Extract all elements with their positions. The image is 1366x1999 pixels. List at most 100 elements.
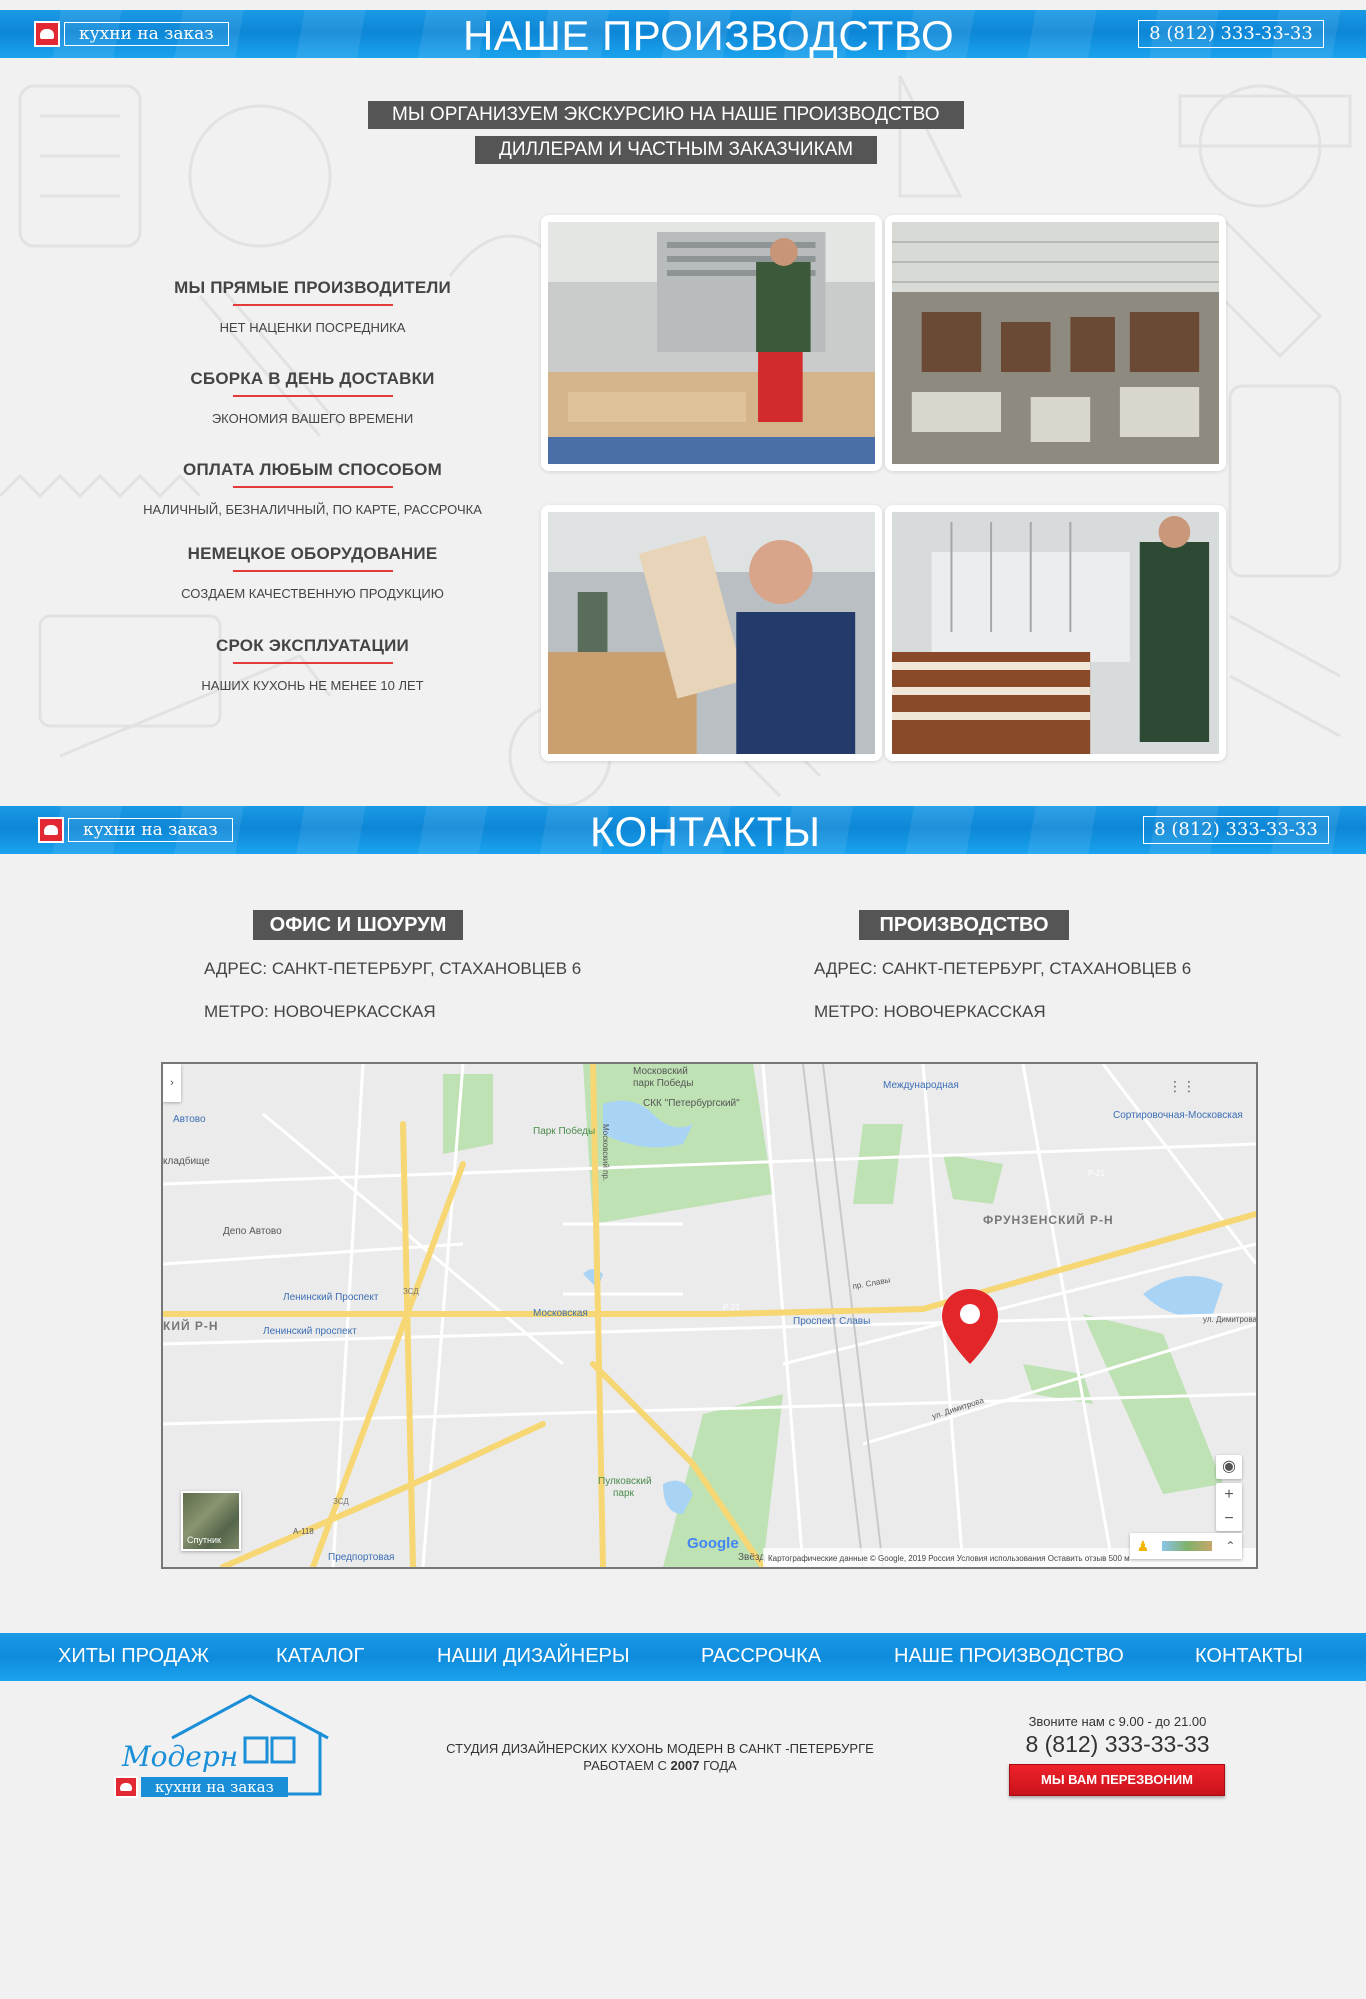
header-logo[interactable]: кухни на заказ <box>34 20 229 48</box>
page-title: НАШЕ ПРОИЗВОДСТВО <box>463 12 955 58</box>
callback-button[interactable]: МЫ ВАМ ПЕРЕЗВОНИМ <box>1009 1764 1225 1796</box>
chef-hat-icon <box>38 817 64 843</box>
worker-panel-photo <box>548 512 875 754</box>
production-header-bar: кухни на заказ НАШЕ ПРОИЗВОДСТВО 8 (812)… <box>0 10 1366 58</box>
feature-title: СРОК ЭКСПЛУАТАЦИИ <box>216 636 409 655</box>
brand-tag: кухни на заказ <box>114 1776 288 1798</box>
feature-item: ОПЛАТА ЛЮБЫМ СПОСОБОМ НАЛИЧНЫЙ, БЕЗНАЛИЧ… <box>100 460 525 517</box>
imagery-strip <box>1162 1541 1213 1551</box>
chef-hat-icon <box>114 1776 138 1798</box>
since-prefix: РАБОТАЕМ С <box>583 1758 671 1773</box>
feature-underline <box>232 662 393 664</box>
production-metro: МЕТРО: НОВОЧЕРКАССКАЯ <box>814 1002 1046 1021</box>
street-view-bar[interactable]: ♟ ⌃ <box>1130 1533 1242 1559</box>
brand-script: Модерн <box>122 1740 239 1773</box>
target-icon: ◉ <box>1222 1458 1236 1475</box>
google-logo: Google <box>687 1535 739 1552</box>
map-label: Предпортовая <box>328 1552 394 1563</box>
contacts-header-bar: кухни на заказ КОНТАКТЫ 8 (812) 333-33-3… <box>0 806 1366 854</box>
map-label: Звёзд <box>738 1552 765 1563</box>
map-label: СКК "Петербургский" <box>643 1097 740 1109</box>
office-metro: МЕТРО: НОВОЧЕРКАССКАЯ <box>204 1002 436 1021</box>
zoom-controls: + − <box>1216 1483 1242 1531</box>
logo-text: кухни на заказ <box>68 818 233 842</box>
nav-designers[interactable]: НАШИ ДИЗАЙНЕРЫ <box>437 1645 630 1668</box>
chef-hat-icon <box>34 21 60 47</box>
feature-underline <box>232 486 393 488</box>
factory-hall-photo <box>892 222 1219 464</box>
brand-tag-text: кухни на заказ <box>141 1777 288 1797</box>
header-phone[interactable]: 8 (812) 333-33-33 <box>1143 816 1329 844</box>
feature-desc: СОЗДАЕМ КАЧЕСТВЕННУЮ ПРОДУКЦИЮ <box>181 586 444 601</box>
feature-desc: НАЛИЧНЫЙ, БЕЗНАЛИЧНЫЙ, ПО КАРТЕ, РАССРОЧ… <box>143 502 482 517</box>
map-label: Проспект Славы <box>793 1316 870 1327</box>
factory-photo-1[interactable] <box>541 215 882 471</box>
footer-phone[interactable]: 8 (812) 333-33-33 <box>1000 1731 1235 1758</box>
route-badge: А-118 <box>293 1527 314 1536</box>
map-label: Ленинский Проспект <box>283 1292 379 1303</box>
feature-desc: НАШИХ КУХОНЬ НЕ МЕНЕЕ 10 ЛЕТ <box>201 678 424 693</box>
footer-brand-logo[interactable]: Модерн кухни на заказ <box>110 1694 340 1804</box>
map-district: КИЙ Р-Н <box>163 1318 219 1333</box>
satellite-toggle[interactable]: Спутник <box>181 1491 241 1551</box>
zoom-out-button[interactable]: − <box>1216 1507 1242 1531</box>
map-label: кладбище <box>163 1155 210 1167</box>
feature-underline <box>232 304 393 306</box>
chevron-up-icon[interactable]: ⌃ <box>1225 1539 1235 1553</box>
nav-contacts[interactable]: КОНТАКТЫ <box>1195 1645 1303 1668</box>
studio-line: СТУДИЯ ДИЗАЙНЕРСКИХ КУХОНЬ МОДЕРН В САНК… <box>446 1741 874 1756</box>
map-label: Сортировочная-Московская <box>1113 1110 1243 1121</box>
nav-production[interactable]: НАШЕ ПРОИЗВОДСТВО <box>894 1645 1124 1668</box>
nav-catalog[interactable]: КАТАЛОГ <box>276 1645 364 1668</box>
map-label: Пулковский <box>598 1476 652 1487</box>
pegman-icon[interactable]: ♟ <box>1137 1538 1150 1555</box>
feature-underline <box>232 570 393 572</box>
header-phone[interactable]: 8 (812) 333-33-33 <box>1138 20 1324 48</box>
route-badge: ЗСД <box>333 1497 349 1506</box>
nav-hits[interactable]: ХИТЫ ПРОДАЖ <box>58 1645 209 1668</box>
route-badge: Р-21 <box>1088 1169 1105 1178</box>
feature-desc: НЕТ НАЦЕНКИ ПОСРЕДНИКА <box>219 320 406 335</box>
header-logo[interactable]: кухни на заказ <box>38 816 233 844</box>
map-label: парк <box>613 1488 635 1499</box>
factory-photo-4[interactable] <box>885 505 1226 761</box>
feature-item: НЕМЕЦКОЕ ОБОРУДОВАНИЕ СОЗДАЕМ КАЧЕСТВЕНН… <box>100 544 525 601</box>
factory-photo-3[interactable] <box>541 505 882 761</box>
my-location-button[interactable]: ◉ <box>1216 1455 1242 1479</box>
feature-underline <box>232 395 393 397</box>
office-label: ОФИС И ШОУРУМ <box>253 910 463 940</box>
map-sidebar-toggle[interactable]: › <box>163 1064 181 1102</box>
apps-grid-icon[interactable]: ⋮⋮ <box>1168 1078 1196 1095</box>
google-map[interactable]: Московский парк Победы СКК "Петербургски… <box>161 1062 1258 1569</box>
feature-title: НЕМЕЦКОЕ ОБОРУДОВАНИЕ <box>187 544 438 563</box>
section-title: КОНТАКТЫ <box>590 808 821 854</box>
logo-text: кухни на заказ <box>64 22 229 46</box>
expand-icon: › <box>170 1077 174 1089</box>
map-label: парк Победы <box>633 1077 693 1089</box>
callback-hours: Звоните нам с 9.00 - до 21.00 <box>1028 1714 1207 1729</box>
footer-nav: ХИТЫ ПРОДАЖ КАТАЛОГ НАШИ ДИЗАЙНЕРЫ РАССР… <box>0 1633 1366 1681</box>
map-label: Международная <box>883 1080 959 1091</box>
map-label: Московская <box>533 1308 588 1319</box>
map-district: ФРУНЗЕНСКИЙ Р-Н <box>983 1212 1114 1227</box>
nav-installment[interactable]: РАССРОЧКА <box>701 1645 821 1668</box>
panel-saw-photo <box>892 512 1219 754</box>
map-label: Московский <box>633 1066 688 1077</box>
map-label: Депо Автово <box>223 1226 282 1237</box>
studio-description: СТУДИЯ ДИЗАЙНЕРСКИХ КУХОНЬ МОДЕРН В САНК… <box>400 1740 920 1774</box>
street-label: Московский пр. <box>601 1124 610 1181</box>
feature-desc: ЭКОНОМИЯ ВАШЕГО ВРЕМЕНИ <box>211 411 414 426</box>
zoom-in-button[interactable]: + <box>1216 1483 1242 1507</box>
satellite-label: Спутник <box>187 1535 221 1545</box>
map-canvas: Московский парк Победы СКК "Петербургски… <box>163 1064 1256 1567</box>
route-badge: Р-21 <box>723 1303 740 1312</box>
factory-photo-2[interactable] <box>885 215 1226 471</box>
route-badge: ЗСД <box>403 1287 419 1296</box>
since-suffix: ГОДА <box>699 1758 737 1773</box>
tour-label-line1: МЫ ОРГАНИЗУЕМ ЭКСКУРСИЮ НА НАШЕ ПРОИЗВОД… <box>368 101 964 129</box>
map-label: Парк Победы <box>533 1125 595 1137</box>
since-year: 2007 <box>670 1758 700 1773</box>
worker-machine-photo <box>548 222 875 464</box>
feature-item: СРОК ЭКСПЛУАТАЦИИ НАШИХ КУХОНЬ НЕ МЕНЕЕ … <box>100 636 525 693</box>
feature-title: СБОРКА В ДЕНЬ ДОСТАВКИ <box>190 369 435 388</box>
